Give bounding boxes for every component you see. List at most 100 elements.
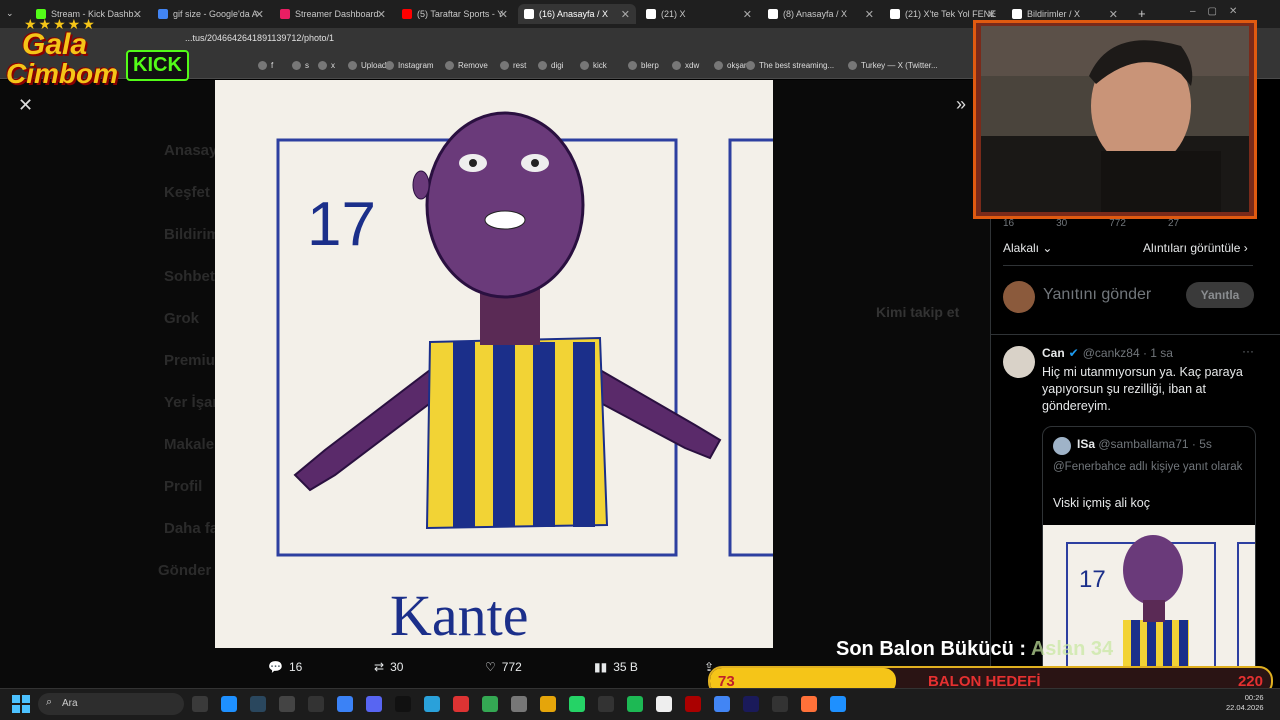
taskbar-app-icon[interactable]: [801, 696, 817, 712]
close-icon[interactable]: ✕: [18, 95, 33, 116]
close-tab-icon[interactable]: ✕: [1109, 8, 1118, 21]
taskbar-app-icon[interactable]: [453, 696, 469, 712]
bookmark-label: Instagram: [398, 61, 434, 70]
taskbar-app-icon[interactable]: [221, 696, 237, 712]
mini-like[interactable]: 772: [1109, 218, 1126, 229]
kante-drawing: 17 Kante: [215, 80, 773, 648]
quote-thumbnail: 17: [1043, 525, 1255, 687]
taskbar-app-icon[interactable]: [685, 696, 701, 712]
taskbar-app-icon[interactable]: [627, 696, 643, 712]
expand-panel-icon[interactable]: »: [956, 94, 966, 115]
reply-stat[interactable]: 💬 16: [268, 660, 302, 674]
bookmark-2[interactable]: x: [318, 61, 335, 70]
clock-date: 22.04.2026: [1226, 703, 1264, 712]
taskbar-app-icon[interactable]: [714, 696, 730, 712]
mini-repost[interactable]: 30: [1056, 218, 1067, 229]
bookmark-6[interactable]: rest: [500, 61, 526, 70]
tab-favicon-icon: [768, 9, 778, 19]
taskbar-app-icon[interactable]: [250, 696, 266, 712]
taskbar-app-icon[interactable]: [569, 696, 585, 712]
logo-line1: Gala: [22, 28, 88, 61]
tab-2[interactable]: Streamer Dashboard ✕: [274, 4, 392, 24]
bookmark-11[interactable]: okşan: [714, 61, 748, 70]
close-tab-icon[interactable]: ✕: [865, 8, 874, 21]
window-controls[interactable]: –▢✕: [1190, 6, 1249, 17]
views-stat[interactable]: ▮▮ 35 B: [594, 660, 638, 674]
mini-reply[interactable]: 16: [1003, 218, 1014, 229]
bookmark-0[interactable]: f: [258, 61, 273, 70]
divider: [990, 334, 1280, 335]
mini-bookmark[interactable]: 27: [1168, 218, 1179, 229]
bookmark-icon: [385, 61, 394, 70]
taskbar-app-icon[interactable]: [830, 696, 846, 712]
taskbar-app-icon[interactable]: [192, 696, 208, 712]
close-tab-icon[interactable]: ✕: [377, 8, 386, 21]
taskbar-app-icon[interactable]: [308, 696, 324, 712]
clock[interactable]: 00:26 22.04.2026: [1226, 693, 1264, 713]
taskbar-app-icon[interactable]: [424, 696, 440, 712]
bookmark-label: xdw: [685, 61, 700, 70]
more-icon[interactable]: ···: [1242, 344, 1254, 358]
taskbar-app-icon[interactable]: [482, 696, 498, 712]
close-tab-icon[interactable]: ✕: [621, 8, 630, 21]
view-quotes-link[interactable]: Alıntıları görüntüle ›: [1143, 241, 1248, 255]
tab-5[interactable]: (21) X ✕: [640, 4, 758, 24]
tweet-photo[interactable]: 17 Kante: [215, 80, 773, 648]
tab-1[interactable]: gif size - Google'da A ✕: [152, 4, 270, 24]
filter-dropdown[interactable]: Alakalı ⌄: [1003, 241, 1052, 255]
taskbar-app-icon[interactable]: [395, 696, 411, 712]
taskbar-app-icon[interactable]: [337, 696, 353, 712]
taskbar-app-icon[interactable]: [540, 696, 556, 712]
new-tab-button[interactable]: +: [1138, 6, 1146, 21]
tab-4[interactable]: (16) Anasayfa / X ✕: [518, 4, 636, 24]
tab-6[interactable]: (8) Anasayfa / X ✕: [762, 4, 880, 24]
windows-start-icon[interactable]: [12, 695, 30, 713]
author-handle[interactable]: @cankz84 · 1 sa: [1083, 346, 1173, 360]
like-count: 772: [501, 660, 522, 674]
tab-3[interactable]: (5) Taraftar Sports - Y ✕: [396, 4, 514, 24]
sidebar-item-3[interactable]: Sohbet: [164, 268, 215, 285]
bookmark-1[interactable]: s: [292, 61, 309, 70]
bookmark-icon: [746, 61, 755, 70]
tab-label: (21) X: [661, 9, 686, 19]
url-text[interactable]: ...tus/2046642641891139712/photo/1: [185, 33, 334, 43]
bookmark-label: Turkey — X (Twitter...: [861, 61, 938, 70]
reply-input[interactable]: Yanıtını gönder: [1043, 286, 1151, 304]
quotes-label: Alıntıları görüntüle: [1143, 241, 1241, 255]
taskbar-app-icon[interactable]: [598, 696, 614, 712]
close-tab-icon[interactable]: ✕: [499, 8, 508, 21]
sidebar-item-4[interactable]: Grok: [164, 310, 199, 327]
taskbar-app-icon[interactable]: [656, 696, 672, 712]
reply-button[interactable]: Yanıtla: [1186, 282, 1254, 308]
player-caption: Kante: [390, 583, 529, 648]
taskbar-search[interactable]: ⌕ Ara: [38, 693, 184, 715]
bookmark-12[interactable]: The best streaming...: [746, 61, 834, 70]
bookmark-3[interactable]: Upload: [348, 61, 386, 70]
taskbar-app-icon[interactable]: [743, 696, 759, 712]
taskbar-app-icon[interactable]: [366, 696, 382, 712]
webcam-feed: [981, 26, 1249, 212]
close-tab-icon[interactable]: ✕: [743, 8, 752, 21]
avatar[interactable]: [1003, 346, 1035, 378]
bookmark-5[interactable]: Remove: [445, 61, 488, 70]
like-stat[interactable]: ♡ 772: [485, 660, 522, 674]
sidebar-item-10[interactable]: Gönder: [158, 562, 211, 579]
close-tab-icon[interactable]: ✕: [987, 8, 996, 21]
chart-icon: ▮▮: [594, 660, 608, 674]
bookmark-9[interactable]: blerp: [628, 61, 659, 70]
close-tab-icon[interactable]: ✕: [133, 8, 142, 21]
close-tab-icon[interactable]: ✕: [255, 8, 264, 21]
bookmark-4[interactable]: Instagram: [385, 61, 434, 70]
bookmark-8[interactable]: kick: [580, 61, 607, 70]
taskbar-app-icon[interactable]: [511, 696, 527, 712]
tab-menu-icon[interactable]: ⌄: [6, 8, 14, 19]
bookmark-13[interactable]: Turkey — X (Twitter...: [848, 61, 938, 70]
repost-stat[interactable]: ⇄ 30: [374, 660, 403, 674]
author-name[interactable]: Can: [1042, 346, 1065, 360]
bookmark-7[interactable]: digi: [538, 61, 563, 70]
sidebar-item-1[interactable]: Keşfet: [164, 184, 210, 201]
taskbar-app-icon[interactable]: [279, 696, 295, 712]
taskbar-app-icon[interactable]: [772, 696, 788, 712]
sidebar-item-8[interactable]: Profil: [164, 478, 202, 495]
bookmark-10[interactable]: xdw: [672, 61, 699, 70]
